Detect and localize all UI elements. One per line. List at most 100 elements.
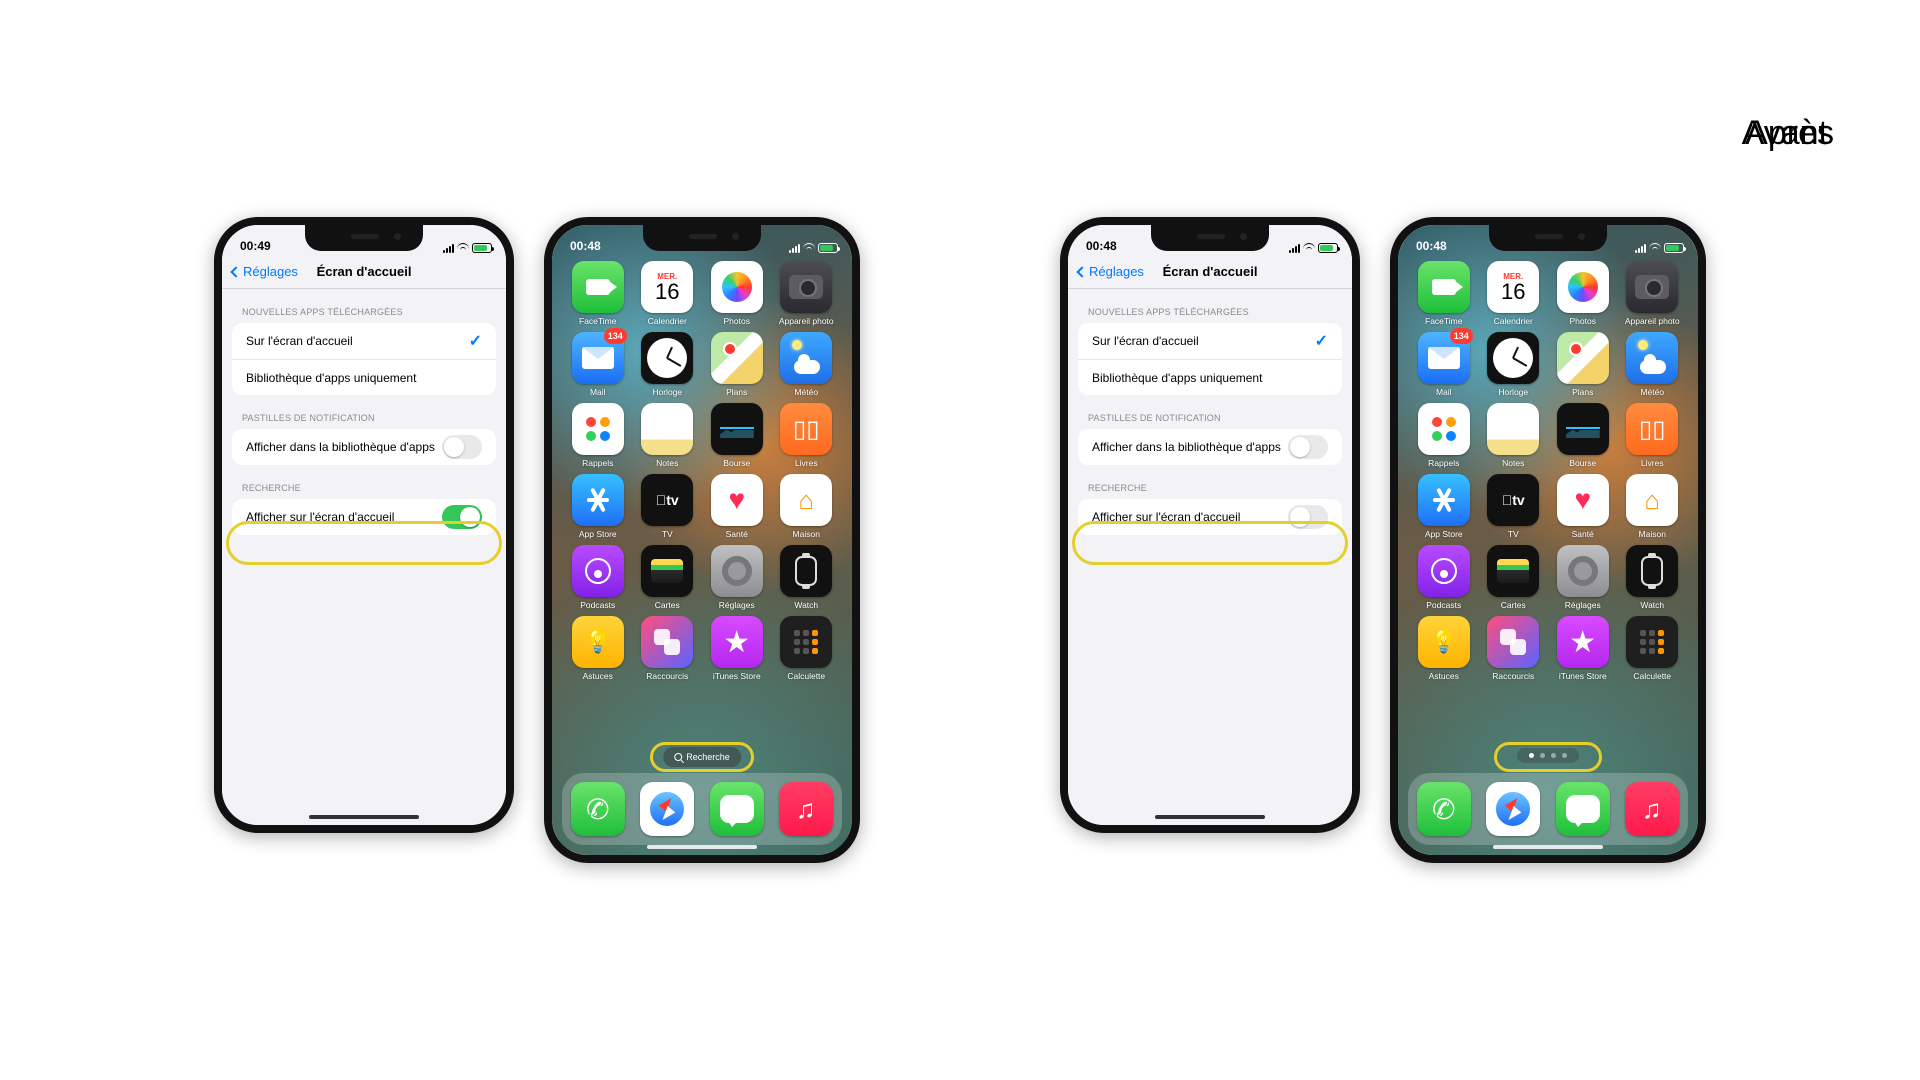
app-health[interactable]: ♥Santé	[704, 474, 770, 539]
app-mail[interactable]: 134Mail	[1411, 332, 1477, 397]
app-itunes[interactable]: ★iTunes Store	[1550, 616, 1616, 681]
app-mail[interactable]: 134Mail	[565, 332, 631, 397]
watch-icon	[780, 545, 832, 597]
app-label: Notes	[656, 458, 678, 468]
app-appstore[interactable]: App Store	[565, 474, 631, 539]
app-podcasts[interactable]: Podcasts	[565, 545, 631, 610]
app-stocks[interactable]: Bourse	[704, 403, 770, 468]
app-facetime[interactable]: FaceTime	[565, 261, 631, 326]
page-dot[interactable]	[1540, 753, 1545, 758]
app-notes[interactable]: Notes	[634, 403, 700, 468]
messages-icon	[1556, 782, 1610, 836]
app-calendar[interactable]: MER.16Calendrier	[1480, 261, 1546, 326]
page-dot[interactable]	[1551, 753, 1556, 758]
app-books[interactable]: ▯▯Livres	[773, 403, 839, 468]
page-dots[interactable]	[1517, 748, 1579, 763]
app-music[interactable]: ♫	[1619, 782, 1685, 836]
toggle-badges[interactable]	[1288, 435, 1328, 459]
app-maps[interactable]: Plans	[1550, 332, 1616, 397]
app-clock[interactable]: Horloge	[1480, 332, 1546, 397]
app-tips[interactable]: 💡Astuces	[1411, 616, 1477, 681]
search-pill-label: Recherche	[686, 752, 730, 762]
nav-title: Écran d'accueil	[1163, 264, 1258, 279]
app-clock[interactable]: Horloge	[634, 332, 700, 397]
row-show-search-home[interactable]: Afficher sur l'écran d'accueil	[232, 499, 496, 535]
app-safari[interactable]	[1480, 782, 1546, 836]
app-wallet[interactable]: Cartes	[634, 545, 700, 610]
app-settings[interactable]: Réglages	[704, 545, 770, 610]
back-button[interactable]: Réglages	[230, 264, 298, 279]
home-indicator[interactable]	[1155, 815, 1265, 819]
app-notes[interactable]: Notes	[1480, 403, 1546, 468]
calendar-icon: MER.16	[1487, 261, 1539, 313]
app-weather[interactable]: Météo	[773, 332, 839, 397]
app-books[interactable]: ▯▯Livres	[1619, 403, 1685, 468]
section-header-badges: PASTILLES DE NOTIFICATION	[1068, 395, 1352, 429]
option-home-screen[interactable]: Sur l'écran d'accueil ✓	[232, 323, 496, 359]
page-dot[interactable]	[1562, 753, 1567, 758]
row-show-badges-library[interactable]: Afficher dans la bibliothèque d'apps	[1078, 429, 1342, 465]
toggle-search-home[interactable]	[442, 505, 482, 529]
home-indicator[interactable]	[309, 815, 419, 819]
app-watch[interactable]: Watch	[1619, 545, 1685, 610]
app-safari[interactable]	[634, 782, 700, 836]
app-messages[interactable]	[1550, 782, 1616, 836]
option-home-screen[interactable]: Sur l'écran d'accueil ✓	[1078, 323, 1342, 359]
back-button[interactable]: Réglages	[1076, 264, 1144, 279]
app-calendar[interactable]: MER.16Calendrier	[634, 261, 700, 326]
app-podcasts[interactable]: Podcasts	[1411, 545, 1477, 610]
app-photos[interactable]: Photos	[1550, 261, 1616, 326]
reminders-icon	[1418, 403, 1470, 455]
app-watch[interactable]: Watch	[773, 545, 839, 610]
settings-icon	[1557, 545, 1609, 597]
section-header-downloaded: NOUVELLES APPS TÉLÉCHARGÉES	[1068, 289, 1352, 323]
app-tips[interactable]: 💡Astuces	[565, 616, 631, 681]
app-phone[interactable]: ✆	[1411, 782, 1477, 836]
app-label: App Store	[579, 529, 617, 539]
option-library-only[interactable]: Bibliothèque d'apps uniquement	[232, 359, 496, 395]
app-health[interactable]: ♥Santé	[1550, 474, 1616, 539]
app-label: Santé	[726, 529, 748, 539]
toggle-badges[interactable]	[442, 435, 482, 459]
section-header-search: RECHERCHE	[1068, 465, 1352, 499]
app-reminders[interactable]: Rappels	[1411, 403, 1477, 468]
app-wallet[interactable]: Cartes	[1480, 545, 1546, 610]
page-dot[interactable]	[1529, 753, 1534, 758]
search-pill[interactable]: Recherche	[663, 747, 741, 767]
app-tv[interactable]: tvTV	[1480, 474, 1546, 539]
row-show-badges-library[interactable]: Afficher dans la bibliothèque d'apps	[232, 429, 496, 465]
podcasts-icon	[572, 545, 624, 597]
app-home[interactable]: ⌂Maison	[773, 474, 839, 539]
appstore-icon	[1418, 474, 1470, 526]
app-weather[interactable]: Météo	[1619, 332, 1685, 397]
calc-icon	[1626, 616, 1678, 668]
app-shortcuts[interactable]: Raccourcis	[634, 616, 700, 681]
home-indicator[interactable]	[1493, 845, 1603, 849]
app-facetime[interactable]: FaceTime	[1411, 261, 1477, 326]
facetime-icon	[1418, 261, 1470, 313]
option-library-only[interactable]: Bibliothèque d'apps uniquement	[1078, 359, 1342, 395]
app-label: Bourse	[1569, 458, 1596, 468]
app-camera[interactable]: Appareil photo	[1619, 261, 1685, 326]
app-photos[interactable]: Photos	[704, 261, 770, 326]
app-settings[interactable]: Réglages	[1550, 545, 1616, 610]
app-itunes[interactable]: ★iTunes Store	[704, 616, 770, 681]
app-tv[interactable]: tvTV	[634, 474, 700, 539]
toggle-search-home[interactable]	[1288, 505, 1328, 529]
row-show-search-home[interactable]: Afficher sur l'écran d'accueil	[1078, 499, 1342, 535]
app-appstore[interactable]: App Store	[1411, 474, 1477, 539]
app-calc[interactable]: Calculette	[773, 616, 839, 681]
app-label: iTunes Store	[1559, 671, 1607, 681]
home-indicator[interactable]	[647, 845, 757, 849]
app-shortcuts[interactable]: Raccourcis	[1480, 616, 1546, 681]
app-home[interactable]: ⌂Maison	[1619, 474, 1685, 539]
app-camera[interactable]: Appareil photo	[773, 261, 839, 326]
app-reminders[interactable]: Rappels	[565, 403, 631, 468]
books-icon: ▯▯	[1626, 403, 1678, 455]
app-music[interactable]: ♫	[773, 782, 839, 836]
app-messages[interactable]	[704, 782, 770, 836]
app-calc[interactable]: Calculette	[1619, 616, 1685, 681]
app-stocks[interactable]: Bourse	[1550, 403, 1616, 468]
app-maps[interactable]: Plans	[704, 332, 770, 397]
app-phone[interactable]: ✆	[565, 782, 631, 836]
